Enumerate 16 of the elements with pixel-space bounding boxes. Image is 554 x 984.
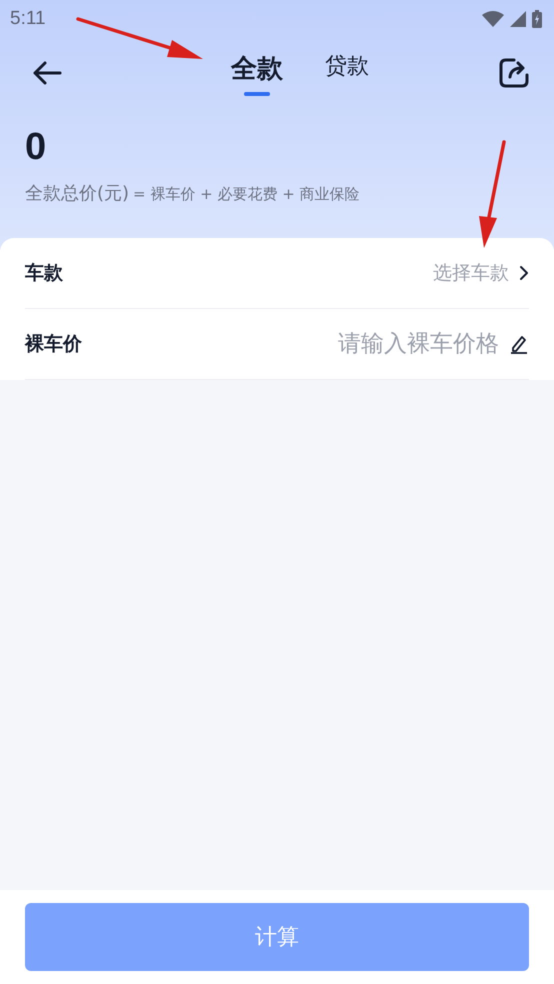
tab[interactable]: 全款 xyxy=(231,50,283,96)
formula-text: = 裸车价 + 必要花费 + 商业保险 xyxy=(133,185,360,204)
tab[interactable]: 贷款 xyxy=(325,50,369,96)
field-label: 车款 xyxy=(25,261,63,286)
pencil-icon xyxy=(509,334,529,354)
signal-icon xyxy=(510,11,526,27)
status-time: 5:11 xyxy=(10,8,46,30)
battery-icon xyxy=(532,10,542,28)
share-icon[interactable] xyxy=(498,57,530,89)
back-arrow-icon[interactable] xyxy=(32,61,62,85)
total-label: 全款总价(元) xyxy=(25,182,130,205)
field-label: 裸车价 xyxy=(25,332,82,357)
price-input-field[interactable]: 请输入裸车价格 xyxy=(319,331,499,357)
chevron-right-icon xyxy=(519,265,529,281)
wifi-icon xyxy=(482,11,504,27)
total-amount: 0 xyxy=(25,126,48,169)
